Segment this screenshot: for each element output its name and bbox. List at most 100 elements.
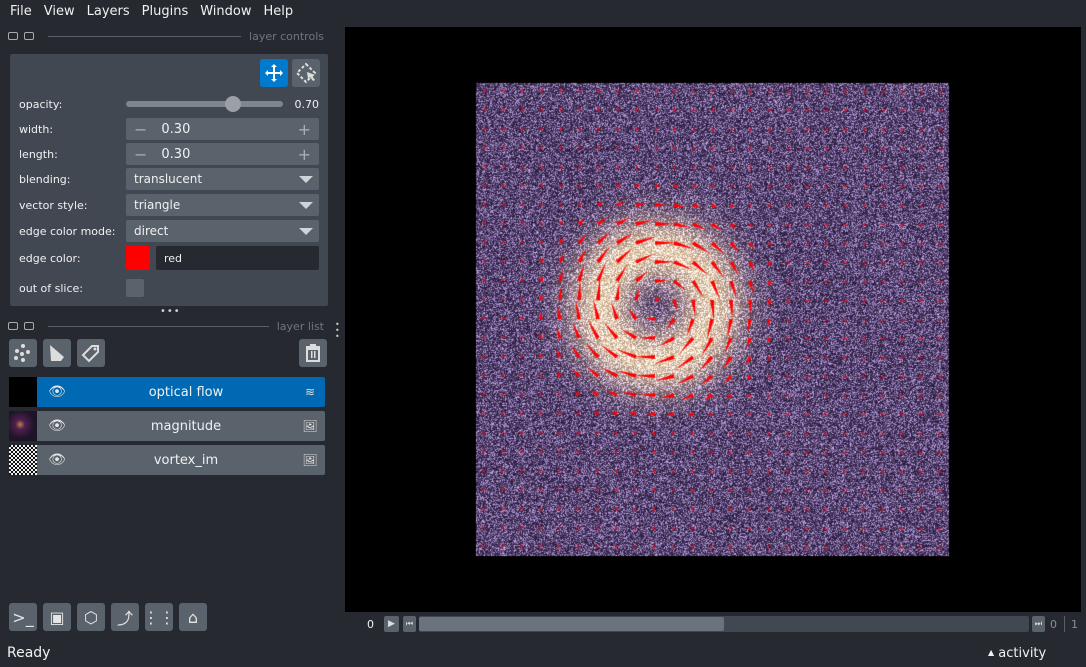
chevron-down-icon <box>299 202 313 209</box>
select-cursor-icon <box>295 62 317 84</box>
new-shapes-layer-button[interactable] <box>43 339 71 367</box>
splitter-handle[interactable]: ••• <box>160 306 181 317</box>
out-of-slice-checkbox[interactable] <box>126 279 144 297</box>
divider <box>1064 616 1065 632</box>
edge-color-mode-row: edge color mode: direct <box>19 220 319 242</box>
layer-controls-header: layer controls <box>8 29 324 43</box>
roll-dims-button[interactable]: ⬡ <box>77 603 105 631</box>
chevron-down-icon <box>299 176 313 183</box>
menu-layers[interactable]: Layers <box>81 4 136 19</box>
transpose-button[interactable]: ⤴ <box>111 603 139 631</box>
increment-button[interactable]: + <box>298 120 311 139</box>
layer-name: optical flow <box>148 384 224 400</box>
hide-dock-icon[interactable] <box>8 322 18 330</box>
select-button[interactable] <box>292 59 320 87</box>
activity-button[interactable]: ▲ activity <box>988 646 1046 661</box>
out-of-slice-row: out of slice: <box>19 277 319 299</box>
transpose-icon: ⤴ <box>116 609 133 628</box>
layer-thumbnail <box>9 445 37 475</box>
grid-icon: ⋮⋮ <box>143 607 175 627</box>
edge-color-text: red <box>164 251 183 265</box>
float-dock-icon[interactable] <box>24 32 34 40</box>
float-dock-icon[interactable] <box>24 322 34 330</box>
edge-color-mode-value: direct <box>134 224 169 238</box>
length-input[interactable]: 0.30 <box>147 147 297 162</box>
length-spinbox[interactable]: −0.30 + <box>126 143 319 165</box>
edge-color-mode-dropdown[interactable]: direct <box>126 220 319 242</box>
delete-layer-button[interactable] <box>299 339 327 367</box>
blending-dropdown[interactable]: translucent <box>126 168 319 190</box>
length-row: length: −0.30 + <box>19 143 319 165</box>
opacity-slider[interactable] <box>126 93 289 115</box>
visibility-eye-icon[interactable]: 👁 <box>37 418 77 434</box>
pan-zoom-button[interactable] <box>260 59 288 87</box>
layer-item-magnitude[interactable]: 👁 magnitude 🖼 <box>9 411 325 441</box>
layer-list-header: layer list <box>8 319 324 333</box>
visibility-eye-icon[interactable]: 👁 <box>37 452 77 468</box>
step-forward-button[interactable]: ⏭ <box>1032 616 1045 632</box>
console-button[interactable]: >_ <box>9 603 37 631</box>
divider <box>48 325 269 327</box>
dims-range-end: 1 <box>1071 618 1078 631</box>
width-label: width: <box>19 122 54 136</box>
layer-item-vortex-im[interactable]: 👁 vortex_im 🖼 <box>9 445 325 475</box>
menu-file[interactable]: File <box>4 4 38 19</box>
step-back-button[interactable]: ⏮ <box>403 616 416 632</box>
dock-resize-handle[interactable]: • • • <box>335 321 340 341</box>
slider-handle[interactable] <box>225 96 241 112</box>
layer-controls-panel: opacity: 0.70 width: −0.30 + length: −0.3… <box>10 54 328 306</box>
dock-title: layer list <box>276 319 324 333</box>
tag-icon <box>81 345 99 363</box>
grid-view-button[interactable]: ⋮⋮ <box>143 603 175 631</box>
play-button[interactable]: ▶ <box>384 616 399 632</box>
vector-style-value: triangle <box>134 198 181 212</box>
home-button[interactable]: ⌂ <box>179 603 207 631</box>
width-spinbox[interactable]: −0.30 + <box>126 118 319 140</box>
menu-window[interactable]: Window <box>194 4 257 19</box>
trash-icon <box>306 344 320 362</box>
viewer-canvas[interactable] <box>345 27 1081 612</box>
menu-view[interactable]: View <box>38 4 81 19</box>
dims-slider-row: 0 ▶ ⏮ ⏭ 0 1 <box>345 614 1081 636</box>
activity-label: activity <box>998 646 1047 661</box>
opacity-value: 0.70 <box>294 97 320 111</box>
vector-style-label: vector style: <box>19 198 88 212</box>
edge-color-row: edge color: red <box>19 246 319 270</box>
home-icon: ⌂ <box>187 607 199 627</box>
hide-dock-icon[interactable] <box>8 32 18 40</box>
dims-scrollbar[interactable] <box>419 616 1029 632</box>
decrement-button[interactable]: − <box>134 145 147 164</box>
opacity-label: opacity: <box>19 97 63 111</box>
width-row: width: −0.30 + <box>19 118 319 140</box>
blending-label: blending: <box>19 172 71 186</box>
image-layer-icon: 🖼 <box>302 419 318 433</box>
decrement-button[interactable]: − <box>134 120 147 139</box>
move-arrows-icon <box>265 64 283 82</box>
toggle-ndisplay-button[interactable]: ▣ <box>43 603 71 631</box>
divider <box>48 35 242 37</box>
scrollbar-handle[interactable] <box>419 617 724 631</box>
length-label: length: <box>19 147 58 161</box>
shapes-icon <box>50 345 64 361</box>
menu-bar: File View Layers Plugins Window Help <box>0 0 1086 23</box>
new-points-layer-button[interactable] <box>9 339 37 367</box>
edge-color-swatch[interactable] <box>126 246 150 270</box>
vector-style-dropdown[interactable]: triangle <box>126 194 319 216</box>
points-icon <box>14 344 30 362</box>
layer-thumbnail <box>9 411 37 441</box>
increment-button[interactable]: + <box>298 145 311 164</box>
edge-color-mode-label: edge color mode: <box>19 224 116 238</box>
visibility-eye-icon[interactable]: 👁 <box>37 384 77 400</box>
edge-color-input[interactable]: red <box>156 246 319 270</box>
width-input[interactable]: 0.30 <box>147 122 297 137</box>
dock-title: layer controls <box>249 29 324 43</box>
opacity-row: opacity: 0.70 <box>19 93 319 115</box>
blending-value: translucent <box>134 172 203 186</box>
layer-item-optical-flow[interactable]: 👁 optical flow ≋ <box>9 377 325 407</box>
out-of-slice-label: out of slice: <box>19 281 83 295</box>
menu-plugins[interactable]: Plugins <box>136 4 195 19</box>
new-labels-layer-button[interactable] <box>77 339 105 367</box>
menu-help[interactable]: Help <box>258 4 300 19</box>
vectors-layer-icon: ≋ <box>304 385 316 399</box>
layer-name: magnitude <box>150 418 222 434</box>
